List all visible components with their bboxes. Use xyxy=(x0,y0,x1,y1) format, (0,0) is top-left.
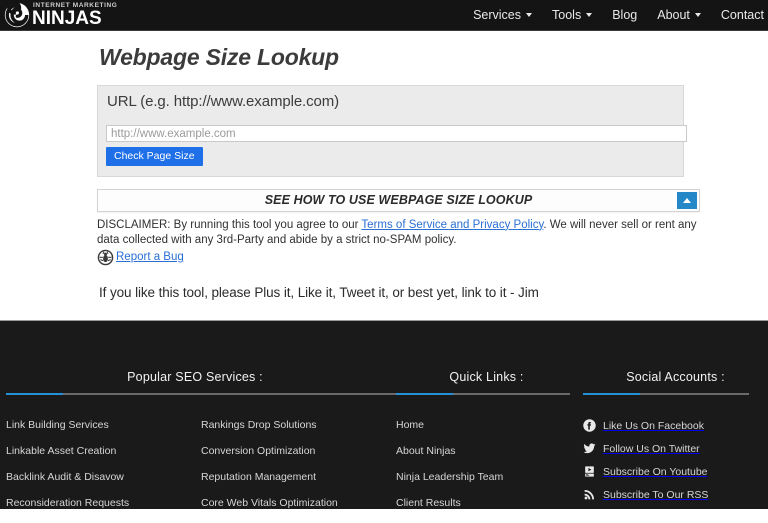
search-input[interactable] xyxy=(106,125,687,142)
footer-link[interactable]: Reputation Management xyxy=(195,471,390,483)
nav-item-blog[interactable]: Blog xyxy=(602,8,647,22)
footer-columns: Popular SEO Services : Link Building Ser… xyxy=(0,321,768,523)
nav-item-about[interactable]: About xyxy=(647,8,711,22)
social-link-label: Subscribe To Our RSS xyxy=(603,488,709,501)
site-header: INTERNET MARKETING NINJAS Services Tools… xyxy=(0,0,768,31)
terms-of-service-link[interactable]: Terms of Service and Privacy Policy xyxy=(361,219,543,231)
footer-link[interactable]: Core Web Vitals Optimization xyxy=(195,497,390,509)
footer-link[interactable]: Rankings Drop Solutions xyxy=(195,419,390,431)
how-to-use-bar[interactable]: SEE HOW TO USE WEBPAGE SIZE LOOKUP xyxy=(97,188,700,212)
facebook-icon xyxy=(583,419,596,432)
footer-heading: Quick Links : xyxy=(449,370,524,384)
nav-item-label: Tools xyxy=(552,8,582,22)
chevron-down-icon xyxy=(694,13,701,17)
logo-name: NINJAS xyxy=(32,8,102,30)
nav-item-label: Contact xyxy=(720,8,764,22)
social-link-facebook[interactable]: Like Us On Facebook xyxy=(583,419,768,432)
youtube-icon xyxy=(585,466,594,477)
nav-item-contact[interactable]: Contact xyxy=(711,8,768,22)
url-lookup-form: URL (e.g. http://www.example.com) xyxy=(97,85,684,127)
nav-item-tools[interactable]: Tools xyxy=(542,8,602,22)
footer-links: Home About Ninjas Ninja Leadership Team … xyxy=(390,419,583,509)
footer-link[interactable]: Conversion Optimization xyxy=(195,445,390,457)
chevron-down-icon xyxy=(586,13,593,17)
social-link-youtube[interactable]: Subscribe On Youtube xyxy=(583,465,768,478)
disclaimer-text: DISCLAIMER: By running this tool you agr… xyxy=(97,218,697,248)
social-link-rss[interactable]: Subscribe To Our RSS xyxy=(583,488,768,501)
social-link-label: Follow Us On Twitter xyxy=(603,442,700,455)
social-link-label: Subscribe On Youtube xyxy=(603,465,708,478)
footer-links-right: Rankings Drop Solutions Conversion Optim… xyxy=(195,419,390,523)
social-links: Like Us On Facebook Follow Us On Twitter xyxy=(583,419,768,501)
social-link-label: Like Us On Facebook xyxy=(603,419,704,432)
footer-link[interactable]: Client Results xyxy=(390,497,583,509)
footer-link[interactable]: About Ninjas xyxy=(390,445,583,457)
main-nav: Services Tools Blog About Contact xyxy=(463,0,768,31)
nav-item-services[interactable]: Services xyxy=(463,8,542,22)
how-to-use-title: SEE HOW TO USE WEBPAGE SIZE LOOKUP xyxy=(264,193,533,207)
form-panel-footer xyxy=(97,167,684,177)
url-input-row: Check Page Size xyxy=(97,125,687,168)
nav-item-label: Services xyxy=(473,8,522,22)
footer-links-left: Link Building Services Linkable Asset Cr… xyxy=(0,419,195,523)
footer-column-quick-links: Quick Links : Home About Ninjas Ninja Le… xyxy=(390,370,583,523)
twitter-icon xyxy=(583,443,596,454)
promo-line: If you like this tool, please Plus it, L… xyxy=(99,284,539,300)
footer-link[interactable]: Ninja Leadership Team xyxy=(390,471,583,483)
page-title: Webpage Size Lookup xyxy=(99,44,339,70)
nav-item-label: About xyxy=(657,8,690,22)
how-to-use-toggle-button[interactable] xyxy=(677,191,697,209)
rss-icon xyxy=(584,489,595,500)
footer-link[interactable]: Reconsideration Requests xyxy=(0,497,195,509)
main-content: Webpage Size Lookup URL (e.g. http://www… xyxy=(0,44,768,332)
footer-heading-rule xyxy=(396,393,570,395)
triangle-up-icon xyxy=(683,197,691,203)
footer-links: Link Building Services Linkable Asset Cr… xyxy=(0,419,390,523)
footer-link[interactable]: Home xyxy=(390,419,583,431)
check-page-size-button[interactable]: Check Page Size xyxy=(106,147,203,166)
footer-link[interactable]: Linkable Asset Creation xyxy=(0,445,195,457)
site-logo[interactable]: INTERNET MARKETING NINJAS xyxy=(0,0,117,31)
footer-heading: Popular SEO Services : xyxy=(127,370,263,384)
footer-column-seo-services: Popular SEO Services : Link Building Ser… xyxy=(0,370,528,523)
swirl-logo-icon xyxy=(4,2,30,28)
footer-column-social-accounts: Social Accounts : Like Us On Facebook Fo… xyxy=(583,370,768,523)
footer-heading: Social Accounts : xyxy=(626,370,725,384)
footer-link[interactable]: Backlink Audit & Disavow xyxy=(0,471,195,483)
report-bug-link[interactable]: Report a Bug xyxy=(116,251,184,263)
bug-icon xyxy=(97,249,114,265)
report-bug-row[interactable]: Report a Bug xyxy=(97,249,768,266)
disclaimer-text-before: DISCLAIMER: By running this tool you agr… xyxy=(97,218,362,231)
site-footer: Popular SEO Services : Link Building Ser… xyxy=(0,320,768,509)
social-link-twitter[interactable]: Follow Us On Twitter xyxy=(583,442,768,455)
footer-heading-rule xyxy=(583,393,749,395)
url-field-label: URL (e.g. http://www.example.com) xyxy=(107,93,340,110)
chevron-down-icon xyxy=(526,13,533,17)
footer-link[interactable]: Link Building Services xyxy=(0,419,195,431)
nav-item-label: Blog xyxy=(612,8,638,22)
